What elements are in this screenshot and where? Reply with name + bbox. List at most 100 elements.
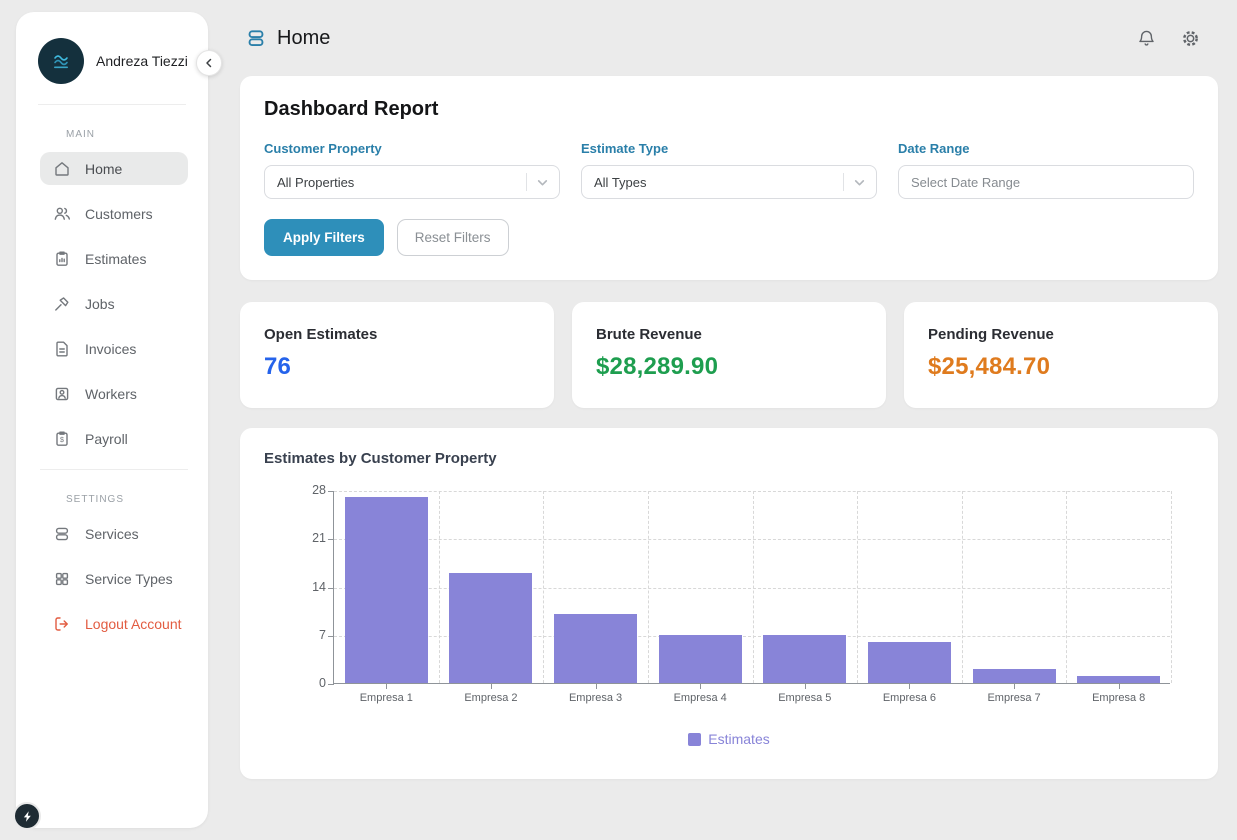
apply-filters-button[interactable]: Apply Filters	[264, 219, 384, 256]
gridline-vertical	[857, 491, 858, 683]
y-tick-label: 28	[292, 483, 326, 497]
svg-text:$: $	[60, 437, 64, 444]
x-tick-label: Empresa 2	[464, 692, 517, 704]
bar-empresa-8	[1077, 676, 1160, 683]
sidebar: Andreza Tiezzi MAIN Home Customers Estimate…	[16, 12, 208, 828]
sidebar-nav: MAIN Home Customers Estimates Jobs Invoices Wo…	[16, 129, 208, 640]
sidebar-item-home[interactable]: Home	[40, 152, 188, 185]
sidebar-item-service-types[interactable]: Service Types	[40, 562, 188, 595]
stat-label: Open Estimates	[264, 326, 530, 343]
sidebar-item-label: Logout Account	[85, 616, 182, 632]
x-tick-label: Empresa 7	[987, 692, 1040, 704]
x-tick-label: Empresa 8	[1092, 692, 1145, 704]
bell-icon[interactable]	[1137, 29, 1156, 48]
sidebar-item-label: Payroll	[85, 431, 128, 447]
sidebar-item-customers[interactable]: Customers	[40, 197, 188, 230]
stat-card-brute-revenue: Brute Revenue $28,289.90	[572, 302, 886, 408]
sidebar-item-logout-account[interactable]: Logout Account	[40, 607, 188, 640]
sidebar-item-label: Customers	[85, 206, 153, 222]
date-range-label: Date Range	[898, 141, 1194, 156]
sidebar-item-workers[interactable]: Workers	[40, 377, 188, 410]
sidebar-item-label: Invoices	[85, 341, 136, 357]
chevron-down-icon	[536, 176, 549, 189]
stat-label: Pending Revenue	[928, 326, 1194, 343]
y-tick-label: 7	[292, 628, 326, 642]
bar-chart: 07142128Empresa 1Empresa 2Empresa 3Empre…	[264, 481, 1194, 753]
user-name: Andreza Tiezzi	[96, 53, 188, 69]
stats-row: Open Estimates 76 Brute Revenue $28,289.…	[240, 302, 1218, 408]
gear-icon[interactable]	[1181, 29, 1200, 48]
y-axis-tick	[328, 636, 334, 637]
sidebar-item-services[interactable]: Services	[40, 517, 188, 550]
sidebar-item-jobs[interactable]: Jobs	[40, 287, 188, 320]
x-tick-label: Empresa 1	[360, 692, 413, 704]
topbar: Home	[240, 0, 1218, 76]
section-divider	[40, 469, 188, 470]
stat-label: Brute Revenue	[596, 326, 862, 343]
sidebar-section-label: MAIN	[66, 129, 188, 140]
avatar-logo-icon	[48, 48, 74, 74]
customer-property-label: Customer Property	[264, 141, 560, 156]
customer-property-select[interactable]: All Properties	[264, 165, 560, 199]
chevron-left-icon	[203, 57, 215, 69]
customer-property-value: All Properties	[277, 175, 526, 190]
sidebar-collapse-button[interactable]	[196, 50, 222, 76]
estimates-chart-card: Estimates by Customer Property 07142128E…	[240, 428, 1218, 779]
profile-divider	[38, 104, 186, 105]
sidebar-item-estimates[interactable]: Estimates	[40, 242, 188, 275]
chevron-down-icon	[853, 176, 866, 189]
gridline-vertical	[439, 491, 440, 683]
avatar	[38, 38, 84, 84]
services-icon	[53, 525, 71, 543]
sidebar-item-label: Service Types	[85, 571, 173, 587]
gridline-vertical	[543, 491, 544, 683]
reset-filters-button[interactable]: Reset Filters	[397, 219, 509, 256]
filter-row: Customer Property All Properties Estimat…	[264, 141, 1194, 199]
logout-icon	[53, 615, 71, 633]
select-divider	[526, 173, 527, 191]
x-tick-label: Empresa 5	[778, 692, 831, 704]
estimate-type-label: Estimate Type	[581, 141, 877, 156]
x-axis-tick	[1014, 683, 1015, 689]
bar-empresa-5	[763, 635, 846, 683]
bar-empresa-6	[868, 642, 951, 683]
dashboard-report-card: Dashboard Report Customer Property All P…	[240, 76, 1218, 280]
service-types-icon	[53, 570, 71, 588]
y-axis-tick	[328, 491, 334, 492]
date-range-input[interactable]	[898, 165, 1194, 199]
y-tick-label: 21	[292, 531, 326, 545]
x-axis-tick	[700, 683, 701, 689]
lightning-icon	[21, 810, 34, 823]
payroll-icon: $	[53, 430, 71, 448]
sidebar-item-label: Workers	[85, 386, 137, 402]
x-axis-tick	[1119, 683, 1120, 689]
x-tick-label: Empresa 3	[569, 692, 622, 704]
sidebar-item-label: Jobs	[85, 296, 115, 312]
sidebar-section-label: SETTINGS	[66, 494, 188, 505]
chart-legend: Estimates	[264, 731, 1194, 747]
select-divider	[843, 173, 844, 191]
estimate-type-value: All Types	[594, 175, 843, 190]
stat-value: 76	[264, 353, 530, 381]
stat-value: $28,289.90	[596, 353, 862, 381]
sidebar-item-payroll[interactable]: $ Payroll	[40, 422, 188, 455]
x-axis-tick	[596, 683, 597, 689]
page-title: Home	[277, 27, 330, 50]
y-tick-label: 0	[292, 676, 326, 690]
x-axis-tick	[805, 683, 806, 689]
sidebar-item-invoices[interactable]: Invoices	[40, 332, 188, 365]
y-axis-tick	[328, 539, 334, 540]
bar-empresa-2	[449, 573, 532, 683]
y-axis-tick	[328, 588, 334, 589]
gridline-vertical	[753, 491, 754, 683]
jobs-icon	[53, 295, 71, 313]
layers-icon	[246, 28, 266, 48]
lightning-badge[interactable]	[13, 802, 41, 830]
topbar-actions	[1137, 29, 1200, 48]
gridline-vertical	[1171, 491, 1172, 683]
invoices-icon	[53, 340, 71, 358]
stat-card-pending-revenue: Pending Revenue $25,484.70	[904, 302, 1218, 408]
sidebar-item-label: Home	[85, 161, 122, 177]
estimate-type-select[interactable]: All Types	[581, 165, 877, 199]
x-tick-label: Empresa 4	[674, 692, 727, 704]
